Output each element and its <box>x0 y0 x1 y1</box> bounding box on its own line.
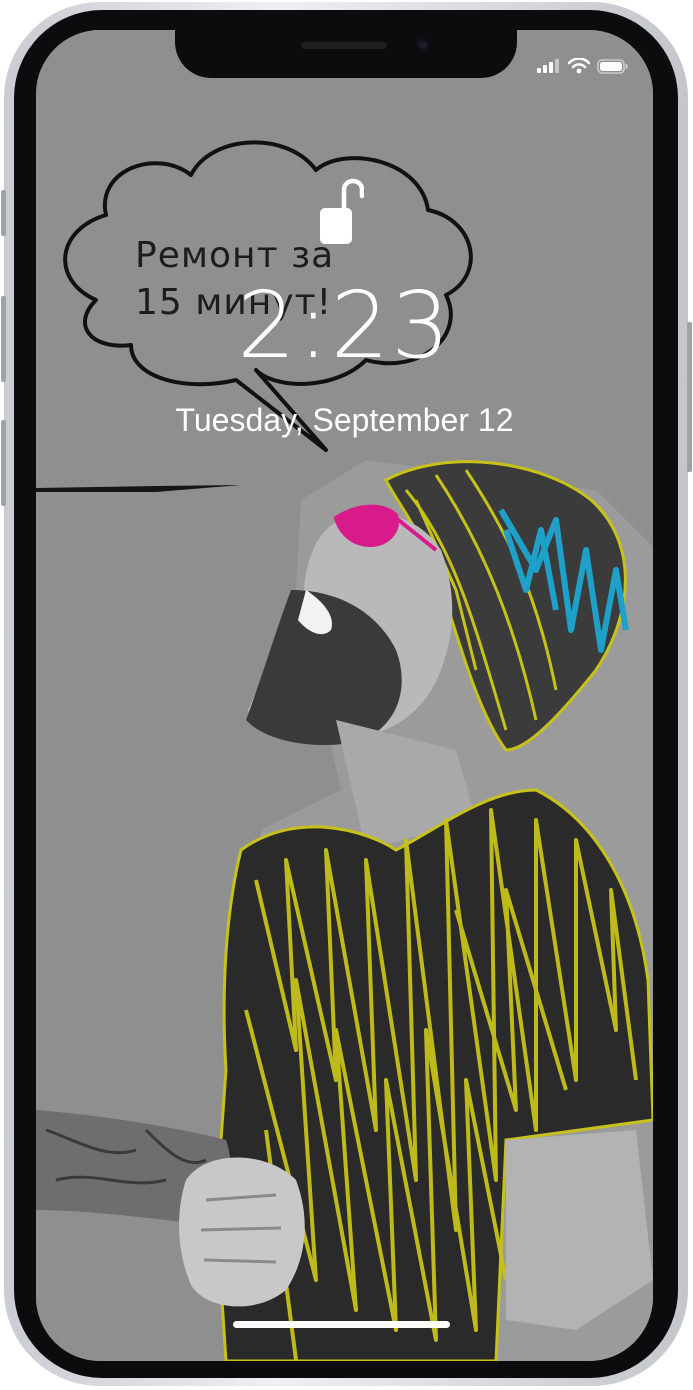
front-camera <box>416 38 430 52</box>
action-button <box>1 190 6 236</box>
battery-icon <box>597 58 628 74</box>
volume-down-button <box>1 420 6 506</box>
wifi-icon <box>568 58 590 74</box>
volume-up-button <box>1 296 6 382</box>
unlocked-padlock-icon <box>320 178 364 244</box>
home-indicator[interactable] <box>233 1321 450 1328</box>
fist <box>179 1157 305 1307</box>
cellular-signal-icon <box>537 59 559 73</box>
lock-screen-date: Tuesday, September 12 <box>175 402 514 438</box>
speaker <box>301 42 387 49</box>
status-bar <box>537 58 629 74</box>
power-button <box>687 322 692 472</box>
lock-screen[interactable]: Ремонт за 15 минут! 2:23 Tuesday, Septem… <box>36 30 653 1361</box>
notch <box>175 30 517 78</box>
lock-screen-time: 2:23 <box>237 272 452 379</box>
